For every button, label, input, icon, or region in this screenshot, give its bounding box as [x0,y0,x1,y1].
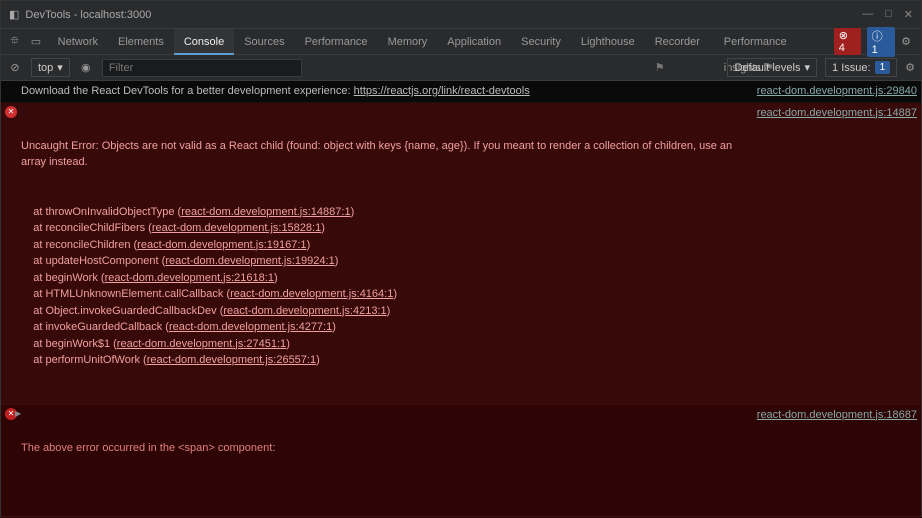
devtools-icon: ◧ [9,8,19,21]
stack-source-link[interactable]: react-dom.development.js:19924:1 [165,255,334,267]
stack-frame: at throwOnInvalidObjectType (react-dom.d… [21,204,749,221]
source-link[interactable]: react-dom.development.js:18687 [757,407,917,518]
console-output: Download the React DevTools for a better… [1,81,921,518]
stack-source-link[interactable]: react-dom.development.js:21618:1 [105,272,274,284]
maximize-icon[interactable]: □ [885,8,892,21]
console-error: ✕ ▶ The above error occurred in the <spa… [1,405,921,518]
window-title: DevTools - localhost:3000 [25,9,151,21]
window-titlebar: ◧ DevTools - localhost:3000 — □ ✕ [1,1,921,29]
tab-application[interactable]: Application [437,29,511,55]
stack-source-link[interactable]: react-dom.development.js:15828:1 [152,222,321,234]
error-circle-icon: ✕ [5,106,17,118]
console-filterbar: ⊘ top ▾ ◉ Default levels ▾ 1 Issue: 1 ⚙ [1,55,921,81]
context-selector[interactable]: top ▾ [31,58,70,77]
stack-frame: at invokeGuardedCallback (react-dom.deve… [21,319,749,336]
stack-frame: at beginWork$1 (react-dom.development.js… [21,336,749,353]
clear-console-icon[interactable]: ⊘ [7,61,23,74]
minimize-icon[interactable]: — [862,8,873,21]
tab-sources[interactable]: Sources [234,29,294,55]
devtools-link[interactable]: https://reactjs.org/link/react-devtools [354,85,530,97]
tab-network[interactable]: Network [48,29,108,55]
log-levels-dropdown[interactable]: Default levels ▾ [727,58,817,77]
close-icon[interactable]: ✕ [904,8,913,21]
issues-button[interactable]: 1 Issue: 1 [825,58,897,77]
settings-gear-icon[interactable]: ⚙ [901,35,911,48]
tab-console[interactable]: Console [174,29,234,55]
filter-input[interactable] [102,59,302,77]
inspect-icon[interactable]: ⯐ [5,32,24,52]
stack-source-link[interactable]: react-dom.development.js:19167:1 [137,239,306,251]
stack-source-link[interactable]: react-dom.development.js:4213:1 [223,305,386,317]
stack-frame: at HTMLUnknownElement.callCallback (reac… [21,286,749,303]
stack-frame: at Object.invokeGuardedCallbackDev (reac… [21,303,749,320]
stack-source-link[interactable]: react-dom.development.js:26557:1 [147,354,316,366]
tab-performance[interactable]: Performance [295,29,378,55]
tab-performance-insights[interactable]: Performance insights ⚑ [714,29,832,55]
tab-recorder[interactable]: Recorder ⚑ [645,29,714,55]
panel-tabbar: ⯐ ▭ NetworkElementsConsoleSourcesPerform… [1,29,921,55]
chevron-down-icon: ▾ [57,61,63,74]
info-icon: ⓘ [872,31,883,43]
eye-icon[interactable]: ◉ [78,61,94,74]
console-settings-icon[interactable]: ⚙ [905,61,915,74]
stack-source-link[interactable]: react-dom.development.js:27451:1 [117,338,286,350]
tab-memory[interactable]: Memory [378,29,438,55]
tab-elements[interactable]: Elements [108,29,174,55]
stack-source-link[interactable]: react-dom.development.js:4277:1 [169,321,332,333]
info-count-badge[interactable]: ⓘ 1 [867,27,896,57]
source-link[interactable]: react-dom.development.js:14887 [757,105,917,402]
chevron-down-icon: ▾ [805,61,811,74]
stack-frame: at reconcileChildren (react-dom.developm… [21,237,749,254]
tab-security[interactable]: Security [511,29,571,55]
stack-source-link[interactable]: react-dom.development.js:4164:1 [230,288,393,300]
error-count-badge[interactable]: ⊗ 4 [834,28,861,55]
stack-frame: at updateHostComponent (react-dom.develo… [21,253,749,270]
stack-frame: at beginWork (react-dom.development.js:2… [21,270,749,287]
console-error: ✕ Uncaught Error: Objects are not valid … [1,103,921,405]
stack-frame: at performUnitOfWork (react-dom.developm… [21,352,749,369]
tab-lighthouse[interactable]: Lighthouse [571,29,645,55]
console-message: Download the React DevTools for a better… [1,81,921,103]
stack-frame: at reconcileChildFibers (react-dom.devel… [21,220,749,237]
source-link[interactable]: react-dom.development.js:29840 [757,83,917,100]
device-toolbar-icon[interactable]: ▭ [26,32,45,52]
expand-arrow-icon[interactable]: ▶ [15,408,21,420]
error-icon: ⊗ [839,30,848,42]
stack-source-link[interactable]: react-dom.development.js:14887:1 [181,206,350,218]
